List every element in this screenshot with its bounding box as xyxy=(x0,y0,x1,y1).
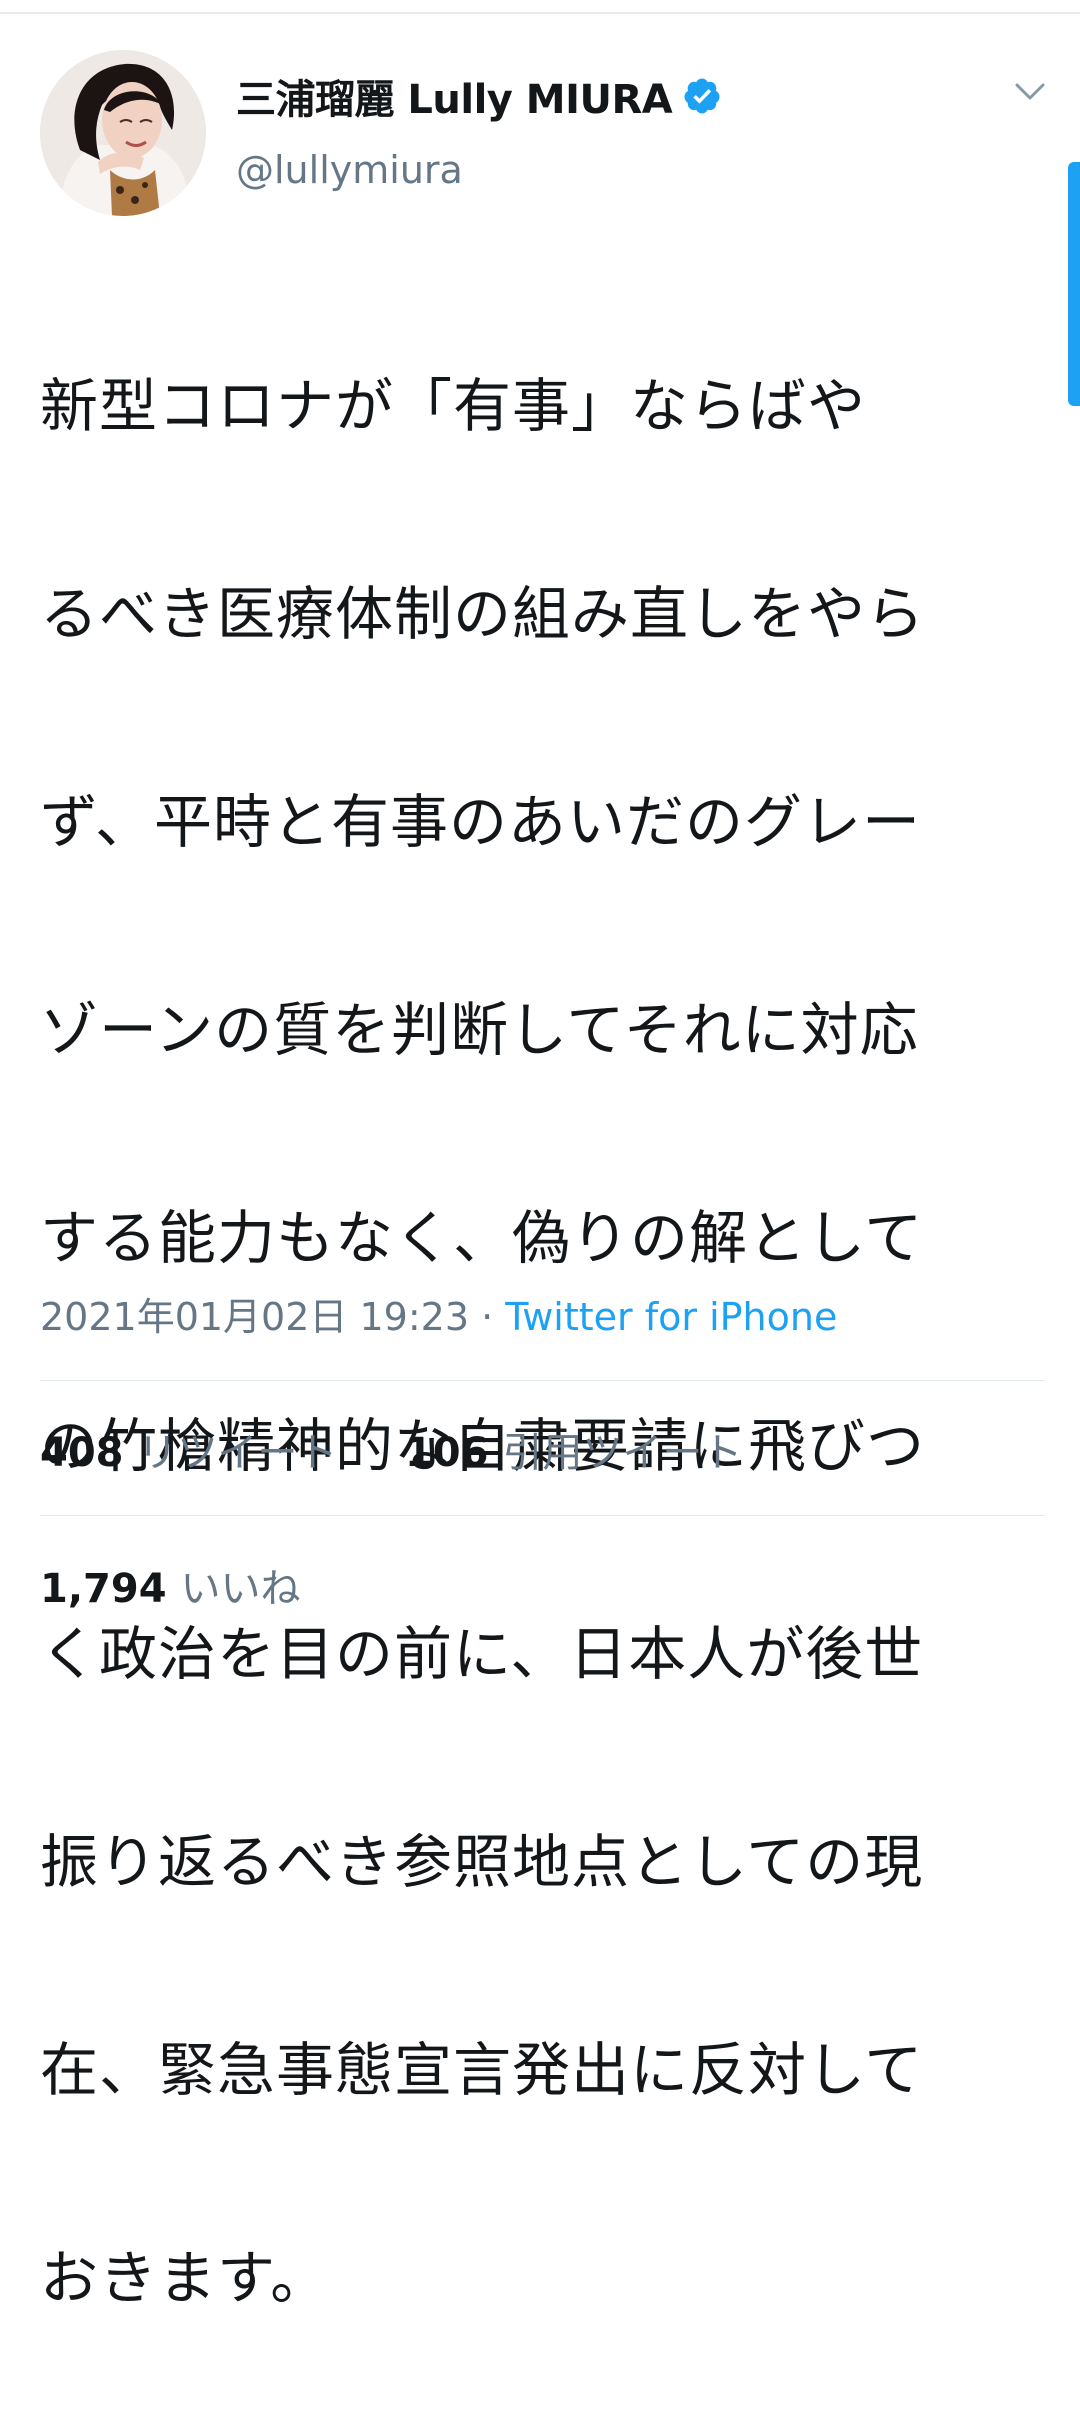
meta-separator: · xyxy=(481,1295,494,1339)
tweet-line: おきます。 xyxy=(40,2244,330,2312)
top-border xyxy=(0,12,1080,14)
tweet-line: るべき医療体制の組み直しをやら xyxy=(40,580,926,648)
tweet-timestamp[interactable]: 2021年01月02日 19:23 xyxy=(40,1295,469,1339)
verified-badge-icon xyxy=(684,78,720,114)
avatar[interactable] xyxy=(40,50,206,216)
divider xyxy=(40,1380,1044,1381)
retweet-label: リツイート xyxy=(137,1430,338,1476)
quote-tweet-stat[interactable]: 106 引用ツイート xyxy=(405,1430,743,1476)
avatar-image xyxy=(40,50,206,216)
author-name-row[interactable]: 三浦瑠麗 Lully MIURA xyxy=(236,66,722,126)
tweet-source-link[interactable]: Twitter for iPhone xyxy=(505,1295,837,1339)
likes-stat[interactable]: 1,794 いいね xyxy=(40,1556,301,1614)
tweet-line: ゾーンの質を判断してそれに対応 xyxy=(40,996,919,1064)
retweet-stat[interactable]: 408 リツイート xyxy=(40,1430,350,1476)
quote-tweet-count: 106 xyxy=(404,1430,489,1476)
tweet-line: ず、平時と有事のあいだのグレー xyxy=(40,788,921,856)
tweet-text: 新型コロナが「有事」ならばや るべき医療体制の組み直しをやら ず、平時と有事のあ… xyxy=(40,250,1050,2434)
scrollbar-thumb[interactable] xyxy=(1068,162,1080,406)
likes-label: いいね xyxy=(180,1566,301,1612)
tweet-line: する能力もなく、偽りの解として xyxy=(40,1204,924,1272)
divider xyxy=(40,1515,1044,1516)
author-handle[interactable]: @lullymiura xyxy=(236,148,463,192)
tweet-meta: 2021年01月02日 19:23 · Twitter for iPhone xyxy=(40,1286,837,1341)
author-display-name[interactable]: 三浦瑠麗 Lully MIURA xyxy=(236,67,673,125)
tweet-line: 新型コロナが「有事」ならばや xyxy=(40,372,867,440)
stats-row: 408 リツイート 106 引用ツイート xyxy=(40,1420,742,1478)
retweet-count: 408 xyxy=(40,1430,124,1476)
tweet-line: 在、緊急事態宣言発出に反対して xyxy=(40,2036,924,2104)
likes-count: 1,794 xyxy=(40,1566,167,1612)
chevron-down-icon[interactable] xyxy=(1014,80,1046,104)
quote-tweet-label: 引用ツイート xyxy=(502,1430,743,1476)
tweet-line: 振り返るべき参照地点としての現 xyxy=(40,1828,924,1896)
tweet-line: く政治を目の前に、日本人が後世 xyxy=(40,1620,924,1688)
